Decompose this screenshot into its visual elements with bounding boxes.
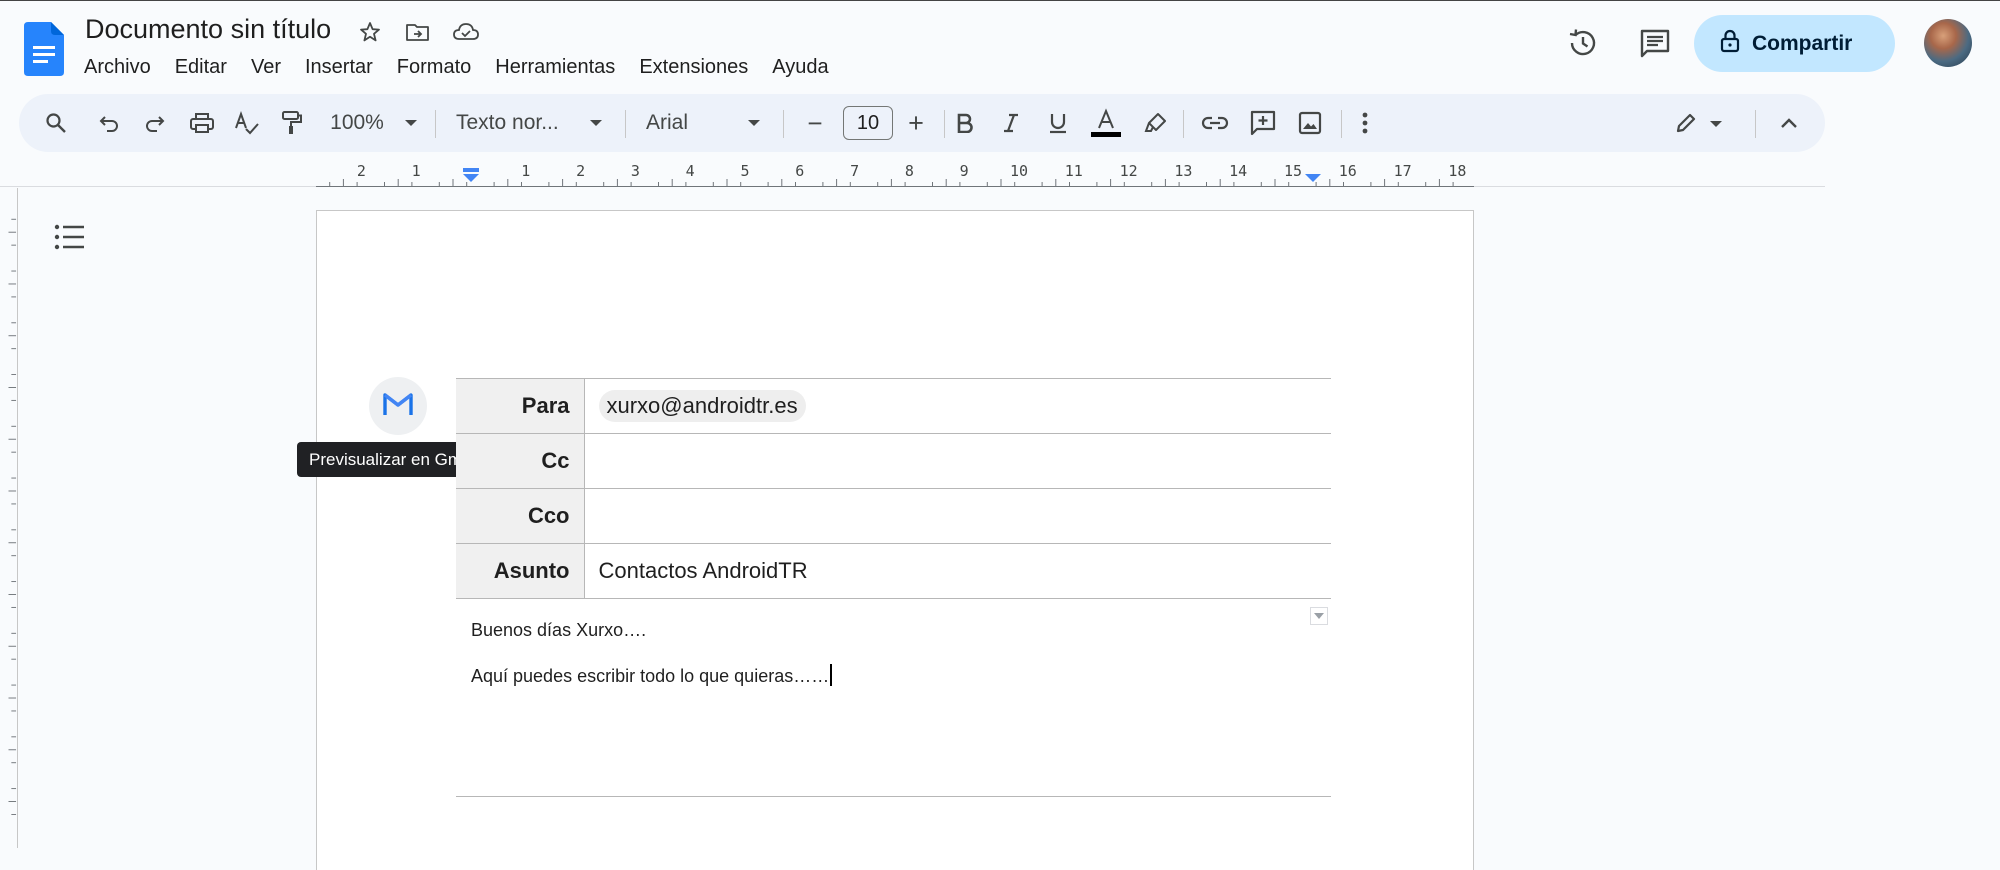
email-draft-table: Para xurxo@androidtr.es Cc Cco Asunto Co…	[456, 378, 1331, 599]
add-comment-icon[interactable]	[1243, 94, 1283, 152]
subject-field[interactable]: Contactos AndroidTR	[584, 543, 1331, 599]
menu-insertar[interactable]: Insertar	[293, 54, 385, 80]
ruler-label: 6	[795, 162, 804, 180]
italic-icon[interactable]	[994, 94, 1028, 152]
lock-icon	[1720, 29, 1740, 59]
bcc-row: Cco	[456, 488, 1331, 544]
share-button[interactable]: Compartir	[1694, 15, 1895, 72]
edit-mode-icon[interactable]	[1669, 94, 1729, 152]
ruler-label: 8	[905, 162, 914, 180]
style-select[interactable]: Texto nor...	[456, 94, 570, 152]
menu-extensiones[interactable]: Extensiones	[627, 54, 760, 80]
insert-image-icon[interactable]	[1290, 94, 1330, 152]
version-history-icon[interactable]	[1566, 26, 1600, 60]
right-indent-marker	[1305, 174, 1321, 182]
ruler-label: 1	[412, 162, 421, 180]
zoom-chevron-down-icon[interactable]	[399, 94, 423, 152]
ruler-label: 2	[357, 162, 366, 180]
link-icon[interactable]	[1195, 94, 1235, 152]
ruler-label: 3	[631, 162, 640, 180]
menu-editar[interactable]: Editar	[163, 54, 239, 80]
ruler-label: 12	[1120, 162, 1138, 180]
undo-icon[interactable]	[94, 94, 124, 152]
gmail-preview-button[interactable]	[369, 377, 427, 435]
menu-archivo[interactable]: Archivo	[72, 54, 163, 80]
move-folder-icon[interactable]	[404, 18, 432, 46]
share-label: Compartir	[1752, 31, 1853, 55]
document-title[interactable]: Documento sin título	[85, 14, 331, 45]
bcc-field[interactable]	[584, 488, 1331, 544]
ruler-label: 17	[1394, 162, 1412, 180]
style-chevron-down-icon[interactable]	[584, 94, 608, 152]
menu-ayuda[interactable]: Ayuda	[760, 54, 840, 80]
text-color-icon[interactable]	[1088, 94, 1124, 152]
to-field[interactable]: xurxo@androidtr.es	[584, 378, 1331, 434]
ruler-label: 9	[960, 162, 969, 180]
menu-ver[interactable]: Ver	[239, 54, 293, 80]
docs-logo-icon[interactable]	[24, 22, 64, 76]
menu-herramientas[interactable]: Herramientas	[483, 54, 627, 80]
ruler-label: 13	[1174, 162, 1192, 180]
more-vert-icon[interactable]	[1350, 94, 1380, 152]
paint-format-icon[interactable]	[277, 94, 307, 152]
ruler-label: 4	[686, 162, 695, 180]
ruler-label: 7	[850, 162, 859, 180]
cloud-saved-icon[interactable]	[452, 18, 480, 46]
gmail-icon	[382, 391, 414, 422]
email-body-line-2[interactable]: Aquí puedes escribir todo lo que quieras…	[471, 664, 833, 687]
star-icon[interactable]	[356, 18, 384, 46]
comments-icon[interactable]	[1638, 26, 1672, 60]
ruler-label: 1	[521, 162, 530, 180]
body-chevron-down-icon[interactable]	[1310, 607, 1328, 625]
cc-label: Cc	[456, 433, 585, 489]
horizontal-ruler[interactable]: 2 1 1 2 3 4 5 6 7 8 9 10 11 12 13 14 15 16 17 18	[316, 158, 1474, 188]
avatar[interactable]	[1924, 19, 1972, 67]
font-select[interactable]: Arial	[646, 94, 726, 152]
highlight-icon[interactable]	[1138, 94, 1174, 152]
bcc-label: Cco	[456, 488, 585, 544]
ruler-label: 10	[1010, 162, 1028, 180]
ruler-label: 2	[576, 162, 585, 180]
spellcheck-icon[interactable]	[232, 94, 262, 152]
font-size-input[interactable]: 10	[843, 106, 893, 140]
redo-icon[interactable]	[140, 94, 170, 152]
collapse-icon[interactable]	[1771, 94, 1807, 152]
to-label: Para	[456, 378, 585, 434]
menu-formato[interactable]: Formato	[385, 54, 483, 80]
print-icon[interactable]	[185, 94, 219, 152]
ruler-label: 14	[1229, 162, 1247, 180]
subject-row: Asunto Contactos AndroidTR	[456, 543, 1331, 599]
toolbar: 100% Texto nor... Arial − 10 +	[19, 94, 1825, 152]
ruler-label: 11	[1065, 162, 1083, 180]
search-icon[interactable]	[41, 94, 71, 152]
ruler-label: 16	[1339, 162, 1357, 180]
zoom-value[interactable]: 100%	[327, 94, 387, 152]
subject-label: Asunto	[456, 543, 585, 599]
ruler-label: 18	[1448, 162, 1466, 180]
text-cursor	[830, 664, 833, 686]
to-row: Para xurxo@androidtr.es	[456, 378, 1331, 434]
left-indent-marker	[463, 168, 479, 182]
increase-font-size-button[interactable]: +	[899, 94, 933, 152]
vertical-ruler[interactable]	[0, 188, 18, 848]
recipient-chip[interactable]: xurxo@androidtr.es	[598, 390, 806, 422]
font-chevron-down-icon[interactable]	[742, 94, 766, 152]
cc-field[interactable]	[584, 433, 1331, 489]
bold-icon[interactable]	[948, 94, 982, 152]
outline-icon[interactable]	[54, 224, 86, 250]
decrease-font-size-button[interactable]: −	[800, 94, 830, 152]
email-body-line-1[interactable]: Buenos días Xurxo….	[471, 620, 646, 641]
ruler-label: 15	[1284, 162, 1302, 180]
ruler-label: 5	[740, 162, 749, 180]
cc-row: Cc	[456, 433, 1331, 489]
underline-icon[interactable]	[1041, 94, 1075, 152]
